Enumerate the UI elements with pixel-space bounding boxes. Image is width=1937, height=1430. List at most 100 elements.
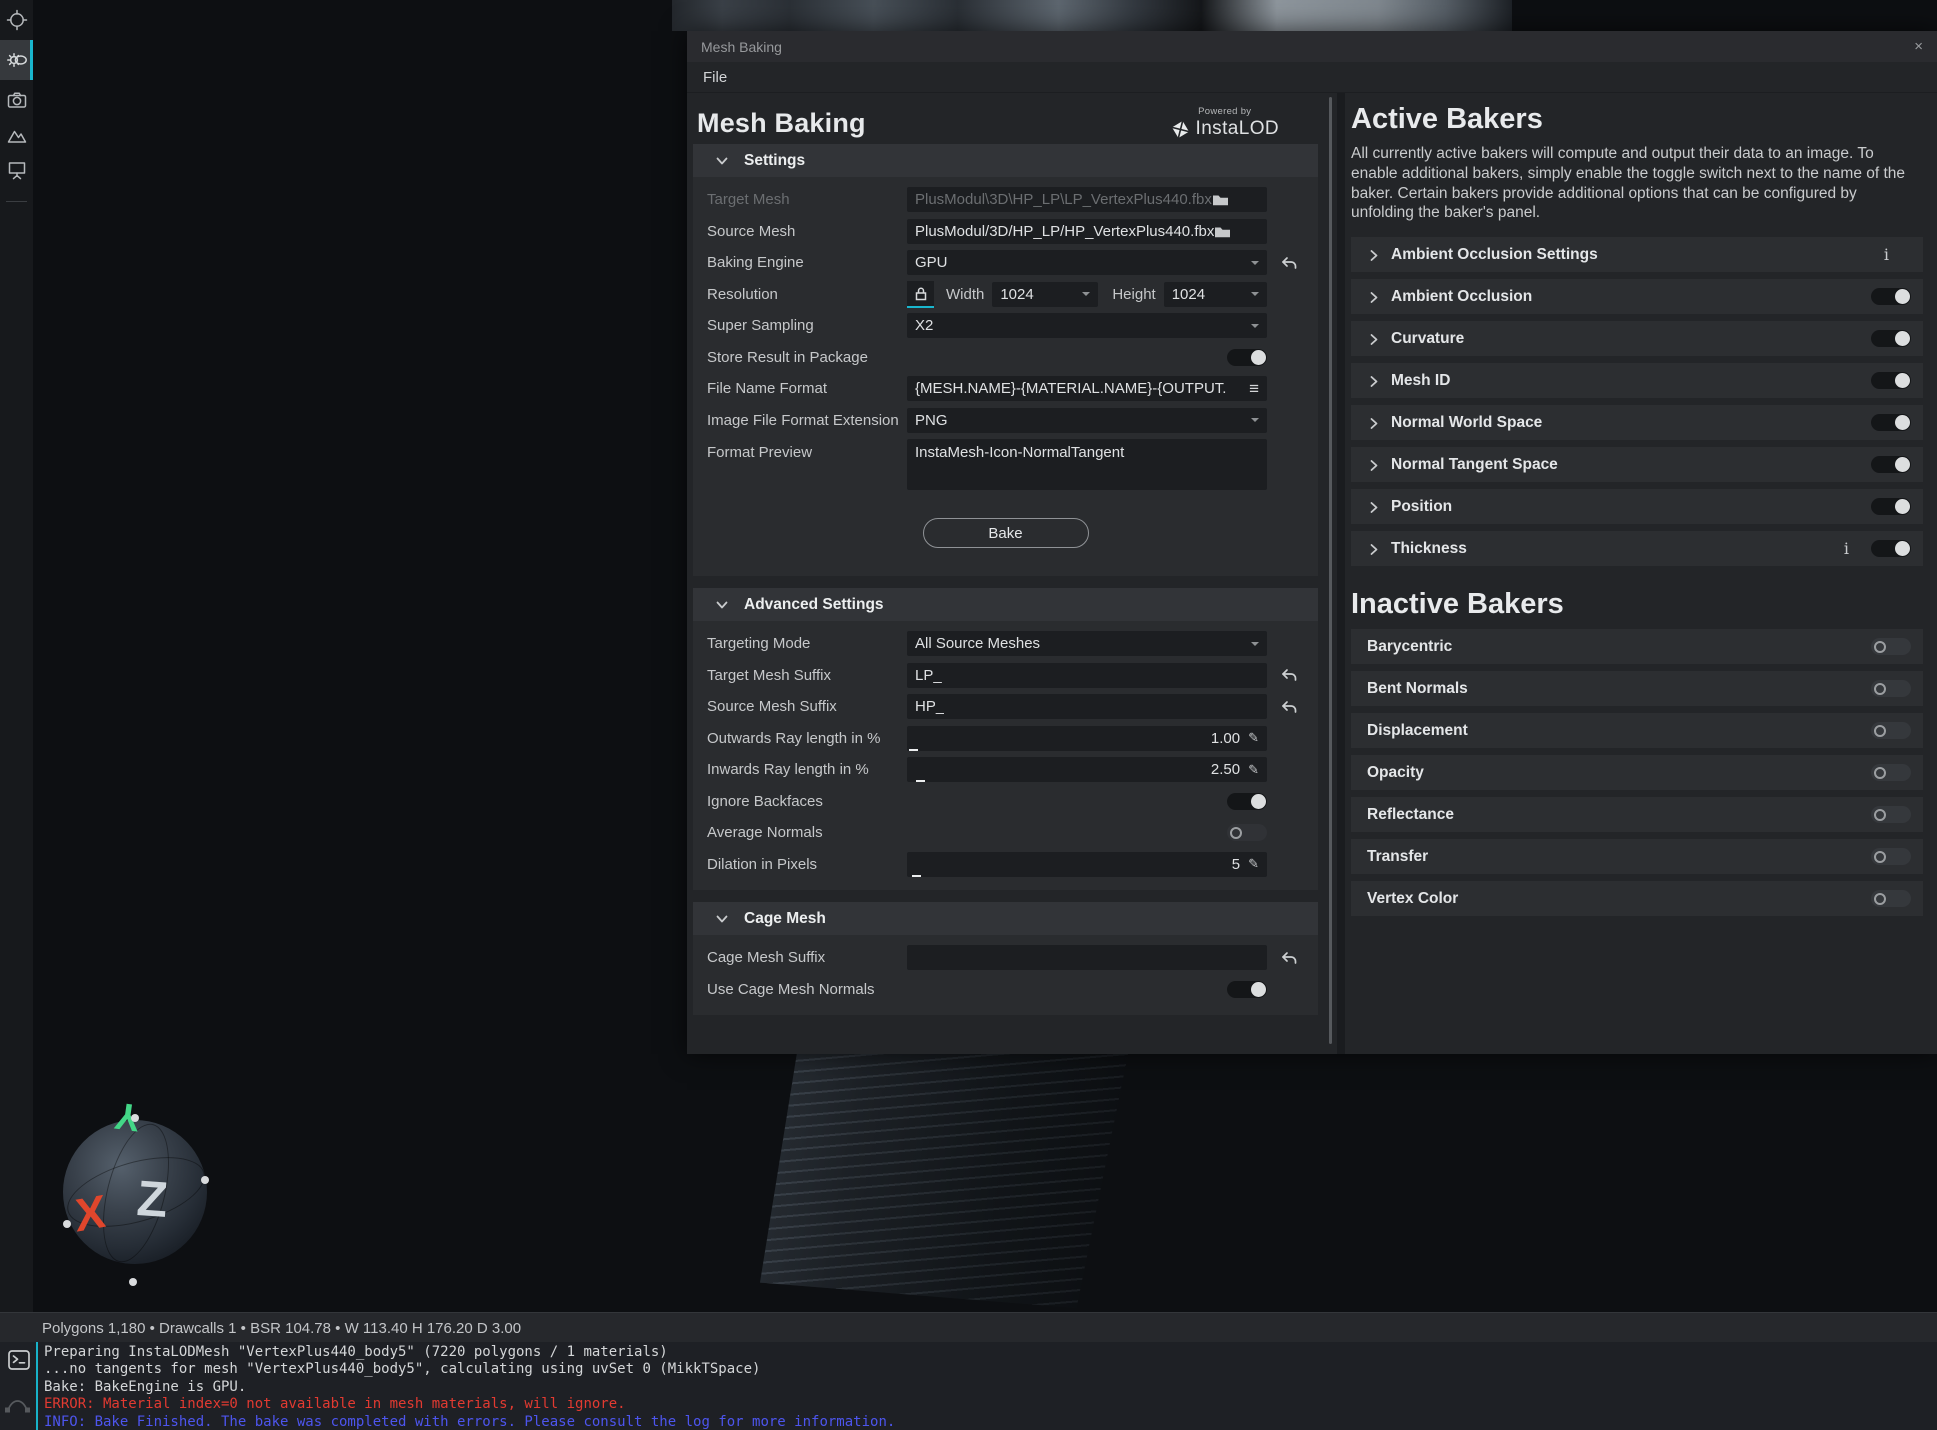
dropdown-field[interactable]: PNG <box>907 408 1267 433</box>
nav-gizmo[interactable]: Y X Z <box>55 1108 215 1288</box>
path-field[interactable]: PlusModul/3D/HP_LP/HP_VertexPlus440.fbx <box>907 219 1267 244</box>
list-icon[interactable]: ≡ <box>1249 384 1259 394</box>
chevron-right-icon[interactable] <box>1367 499 1381 515</box>
menu-file[interactable]: File <box>687 69 743 86</box>
section-header[interactable]: Cage Mesh <box>693 902 1318 935</box>
toggle-switch[interactable] <box>1871 722 1911 739</box>
dialog-titlebar[interactable]: Mesh Baking × <box>687 31 1937 62</box>
chevron-right-icon[interactable] <box>1367 373 1381 389</box>
height-dropdown[interactable]: 1024 <box>1164 282 1267 307</box>
screen-icon[interactable] <box>0 149 33 189</box>
settings-row: ResolutionWidth1024Height1024 <box>693 279 1318 311</box>
baker-row[interactable]: Barycentric <box>1351 629 1923 664</box>
gizmo-axis-z[interactable]: Z <box>135 1169 170 1229</box>
gizmo-handle[interactable] <box>63 1220 71 1228</box>
toggle-switch[interactable] <box>1227 793 1267 810</box>
dropdown-field[interactable]: GPU <box>907 250 1267 275</box>
toggle-switch[interactable] <box>1871 638 1911 655</box>
slider-field[interactable]: 1.00✎ <box>907 726 1267 751</box>
slider-handle[interactable] <box>912 875 921 877</box>
slider-field[interactable]: 5✎ <box>907 852 1267 877</box>
toggle-switch[interactable] <box>1227 349 1267 366</box>
console-log[interactable]: Preparing InstaLODMesh "VertexPlus440_bo… <box>44 1344 1929 1430</box>
chevron-right-icon[interactable] <box>1367 415 1381 431</box>
text-field[interactable]: {MESH.NAME}-{MATERIAL.NAME}-{OUTPUT.≡ <box>907 376 1267 401</box>
chevron-right-icon[interactable] <box>1367 289 1381 305</box>
info-icon[interactable]: i <box>1844 539 1849 558</box>
baker-row[interactable]: Bent Normals <box>1351 671 1923 706</box>
toggle-switch[interactable] <box>1871 806 1911 823</box>
baker-row[interactable]: Curvature <box>1351 321 1923 356</box>
edit-pencil-icon[interactable]: ✎ <box>1248 762 1259 778</box>
width-dropdown[interactable]: 1024 <box>992 282 1098 307</box>
edit-pencil-icon[interactable]: ✎ <box>1248 730 1259 746</box>
baker-row[interactable]: Normal World Space <box>1351 405 1923 440</box>
gizmo-handle[interactable] <box>131 1114 139 1122</box>
close-icon[interactable]: × <box>1914 39 1923 54</box>
path-field[interactable]: PlusModul\3D\HP_LP\LP_VertexPlus440.fbx <box>907 187 1267 212</box>
gizmo-handle[interactable] <box>201 1176 209 1184</box>
toggle-switch[interactable] <box>1227 824 1267 841</box>
toggle-switch[interactable] <box>1871 330 1911 347</box>
toggle-switch[interactable] <box>1227 981 1267 998</box>
resolution-lock-button[interactable] <box>907 281 934 308</box>
text-field[interactable]: LP_ <box>907 663 1267 688</box>
baker-row[interactable]: Ambient Occlusion Settingsi <box>1351 237 1923 272</box>
chevron-down-icon[interactable] <box>713 597 731 613</box>
toggle-knob <box>1874 893 1886 905</box>
chevron-right-icon[interactable] <box>1367 331 1381 347</box>
camera-icon[interactable] <box>0 80 33 120</box>
baker-row[interactable]: Opacity <box>1351 755 1923 790</box>
chevron-right-icon[interactable] <box>1367 541 1381 557</box>
baker-row[interactable]: Ambient Occlusion <box>1351 279 1923 314</box>
chevron-down-icon[interactable] <box>713 153 731 169</box>
gizmo-axis-x[interactable]: X <box>73 1183 107 1242</box>
reset-icon[interactable] <box>1279 950 1297 966</box>
toggle-switch[interactable] <box>1871 540 1911 557</box>
reset-icon[interactable] <box>1279 667 1297 683</box>
row-label: Source Mesh Suffix <box>707 698 907 715</box>
toggle-switch[interactable] <box>1871 890 1911 907</box>
chevron-right-icon[interactable] <box>1367 457 1381 473</box>
chevron-right-icon[interactable] <box>1367 247 1381 263</box>
text-field[interactable] <box>907 945 1267 970</box>
baker-row[interactable]: Vertex Color <box>1351 881 1923 916</box>
text-field[interactable]: HP_ <box>907 694 1267 719</box>
baker-row[interactable]: Transfer <box>1351 839 1923 874</box>
slider-handle[interactable] <box>916 780 925 782</box>
toggle-switch[interactable] <box>1871 680 1911 697</box>
toggle-knob <box>1251 794 1266 809</box>
toggle-switch[interactable] <box>1871 764 1911 781</box>
slider-handle[interactable] <box>909 749 918 751</box>
edit-pencil-icon[interactable]: ✎ <box>1248 856 1259 872</box>
gizmo-handle[interactable] <box>129 1278 137 1286</box>
bake-button[interactable]: Bake <box>923 518 1089 548</box>
terminal-icon[interactable] <box>7 1348 31 1372</box>
toggle-switch[interactable] <box>1871 288 1911 305</box>
reset-icon[interactable] <box>1279 699 1297 715</box>
settings-row: Target Mesh SuffixLP_ <box>693 660 1318 692</box>
baker-row[interactable]: Reflectance <box>1351 797 1923 832</box>
baker-row[interactable]: Thicknessi <box>1351 531 1923 566</box>
baker-row[interactable]: Mesh ID <box>1351 363 1923 398</box>
baker-row[interactable]: Normal Tangent Space <box>1351 447 1923 482</box>
target-icon[interactable] <box>0 0 33 40</box>
bezier-curve-icon[interactable] <box>4 1394 31 1420</box>
section-header[interactable]: Advanced Settings <box>693 588 1318 621</box>
dropdown-field[interactable]: X2 <box>907 313 1267 338</box>
section-header[interactable]: Settings <box>693 144 1318 177</box>
chevron-down-icon[interactable] <box>713 911 731 927</box>
toggle-switch[interactable] <box>1871 372 1911 389</box>
dropdown-field[interactable]: All Source Meshes <box>907 631 1267 656</box>
info-icon[interactable]: i <box>1884 245 1889 264</box>
toggle-switch[interactable] <box>1871 498 1911 515</box>
toggle-switch[interactable] <box>1871 456 1911 473</box>
left-panel-scrollbar[interactable] <box>1329 97 1332 1044</box>
toggle-switch[interactable] <box>1871 414 1911 431</box>
toggle-switch[interactable] <box>1871 848 1911 865</box>
baker-row[interactable]: Displacement <box>1351 713 1923 748</box>
baker-row[interactable]: Position <box>1351 489 1923 524</box>
slider-field[interactable]: 2.50✎ <box>907 757 1267 782</box>
bake-settings-icon[interactable] <box>0 40 33 80</box>
reset-icon[interactable] <box>1279 255 1297 271</box>
